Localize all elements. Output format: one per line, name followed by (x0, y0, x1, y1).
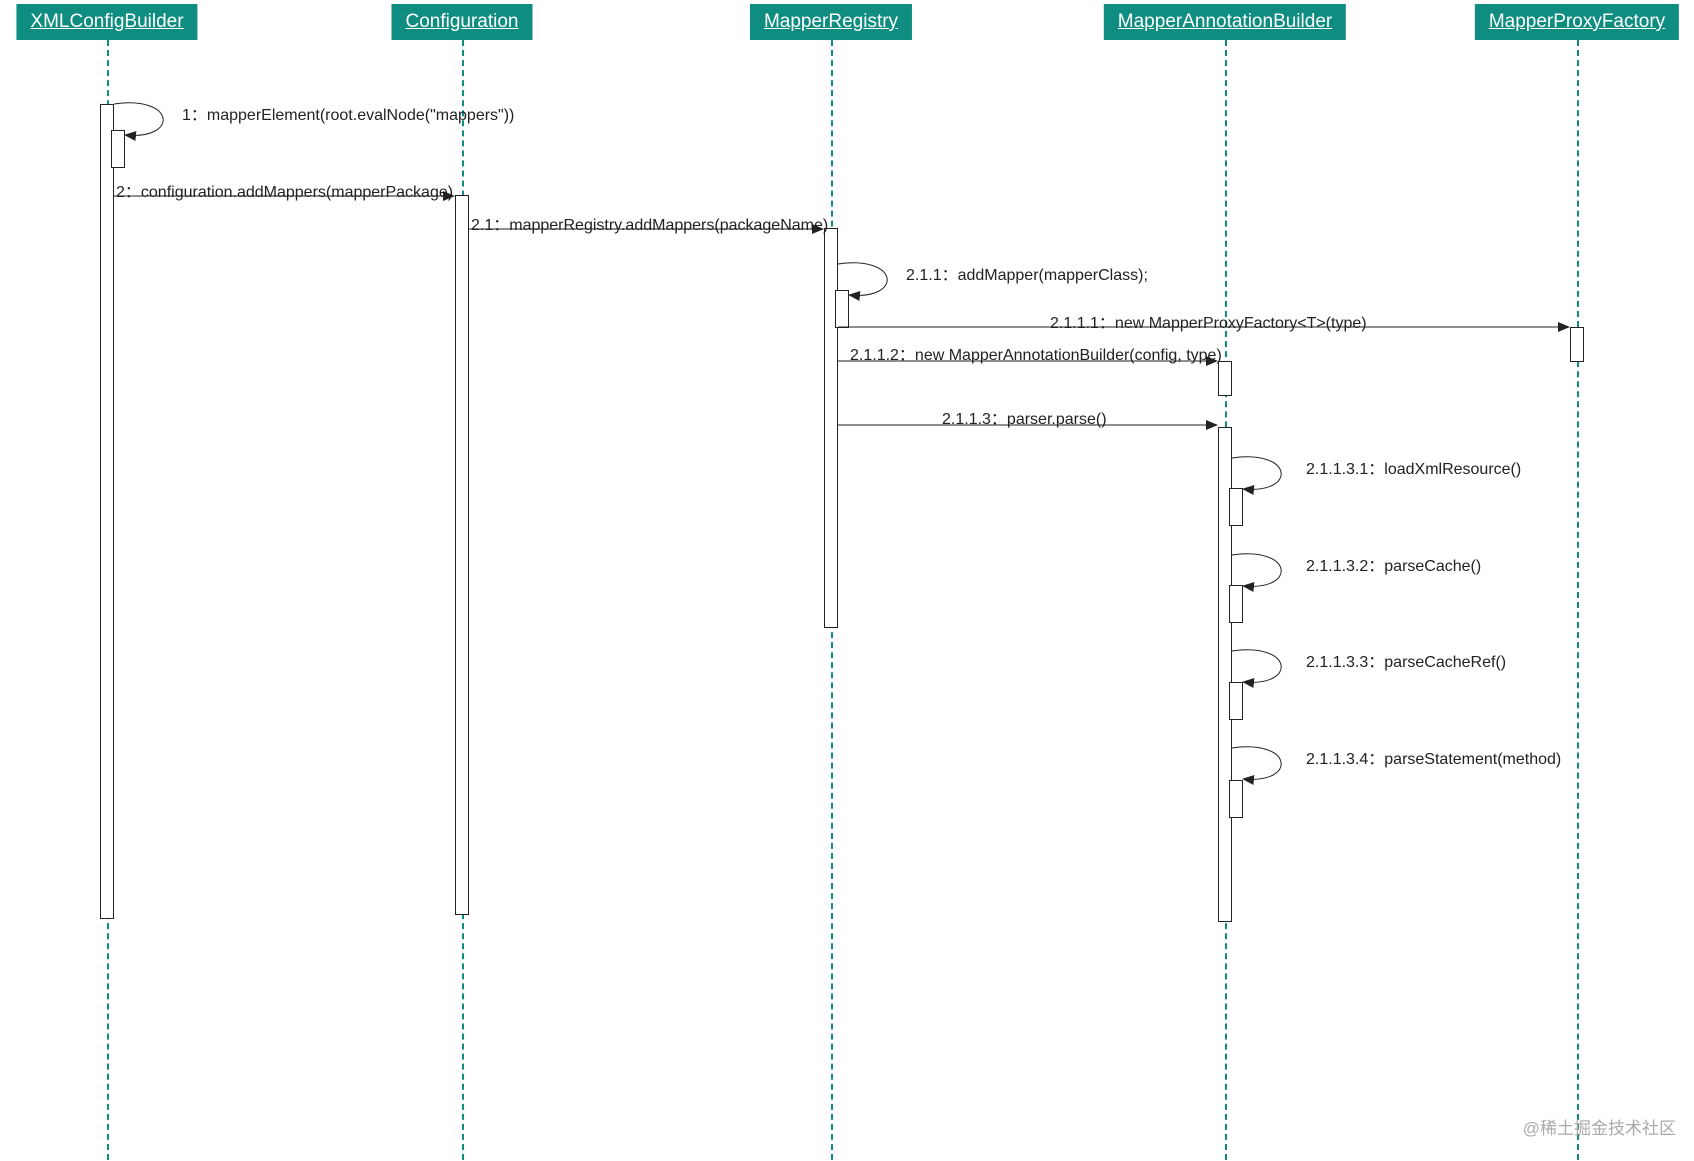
msg-2-1-1-3-1: 2.1.1.3.1：loadXmlResource() (1306, 455, 1521, 479)
participant-mapperproxyfactory: MapperProxyFactory (1475, 4, 1679, 40)
activation-p5 (1570, 327, 1584, 362)
msg-1: 1：mapperElement(root.evalNode("mappers")… (182, 101, 514, 125)
activation-p4-s4 (1229, 780, 1243, 818)
msg-2-1-1-3: 2.1.1.3：parser.parse() (942, 405, 1107, 429)
msg-2-1-1-1: 2.1.1.1：new MapperProxyFactory<T>(type) (1050, 309, 1367, 333)
msg-2: 2：configuration.addMappers(mapperPackage… (116, 178, 453, 202)
participant-mapperregistry: MapperRegistry (750, 4, 912, 40)
arrows-overlay (0, 0, 1694, 1161)
activation-p4-s2 (1229, 585, 1243, 623)
msg-2-1: 2.1：mapperRegistry.addMappers(packageNam… (471, 211, 828, 235)
activation-p3-self (835, 290, 849, 328)
activation-p1-main (100, 104, 114, 919)
msg-2-1-1-3-4: 2.1.1.3.4：parseStatement(method) (1306, 745, 1561, 769)
participant-mapperannotationbuilder: MapperAnnotationBuilder (1104, 4, 1346, 40)
msg-2-1-1-2: 2.1.1.2：new MapperAnnotationBuilder(conf… (850, 341, 1222, 365)
watermark: @稀土掘金技术社区 (1523, 1114, 1676, 1139)
msg-2-1-1-3-2: 2.1.1.3.2：parseCache() (1306, 552, 1481, 576)
activation-p4-s1 (1229, 488, 1243, 526)
activation-p1-self (111, 130, 125, 168)
activation-p4-s3 (1229, 682, 1243, 720)
lifeline-p5 (1577, 40, 1579, 1160)
activation-p3 (824, 228, 838, 628)
participant-configuration: Configuration (391, 4, 532, 40)
activation-p2 (455, 195, 469, 915)
msg-2-1-1: 2.1.1：addMapper(mapperClass); (906, 261, 1148, 285)
participant-xmlconfigbuilder: XMLConfigBuilder (16, 4, 197, 40)
msg-2-1-1-3-3: 2.1.1.3.3：parseCacheRef() (1306, 648, 1506, 672)
activation-p4-new (1218, 361, 1232, 396)
